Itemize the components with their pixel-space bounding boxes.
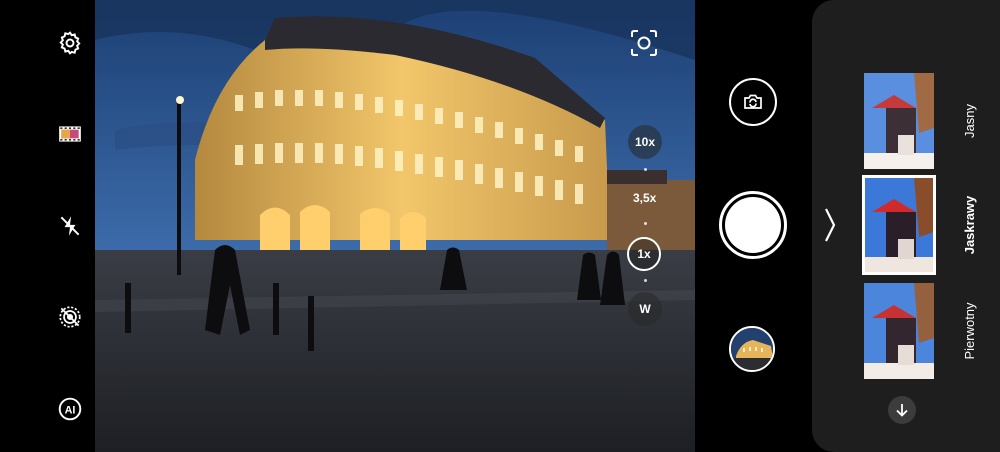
camera-switch-icon [744, 94, 762, 109]
filter-film-icon [59, 126, 81, 142]
shutter-button[interactable] [719, 191, 787, 259]
filter-jaskrawy[interactable] [862, 175, 936, 275]
live-photo-button[interactable] [54, 301, 86, 333]
chevron-right-icon [825, 208, 836, 242]
filter-pierwotny[interactable] [864, 283, 934, 379]
filter-label-jaskrawy: Jaskrawy [962, 195, 977, 255]
camera-viewfinder[interactable]: 10x 3,5x 1x W [95, 0, 695, 452]
filter-panel: Jasny Jaskrawy Pierwotny [812, 0, 1000, 452]
more-filters-button[interactable] [888, 396, 916, 424]
filter-label-jasny: Jasny [962, 104, 977, 138]
zoom-dot [644, 168, 647, 171]
collapse-panel-button[interactable] [822, 205, 838, 245]
zoom-dot [644, 279, 647, 282]
flash-off-icon [60, 216, 80, 236]
switch-camera-button[interactable] [729, 78, 777, 126]
zoom-10x-button[interactable]: 10x [628, 125, 662, 159]
ai-button[interactable]: AI [54, 393, 86, 425]
settings-button[interactable] [54, 27, 86, 59]
zoom-1x-button[interactable]: 1x [627, 237, 661, 271]
filter-label-pierwotny: Pierwotny [962, 302, 977, 360]
lens-scan-button[interactable] [629, 28, 659, 58]
filter-button[interactable] [54, 118, 86, 150]
left-toolbar: AI [0, 0, 95, 452]
gallery-thumbnail[interactable] [729, 326, 775, 372]
live-photo-off-icon [59, 306, 81, 328]
shutter-inner [725, 197, 781, 253]
gallery-thumbnail-image [731, 328, 773, 370]
arrow-down-icon [896, 404, 908, 417]
zoom-dot [644, 222, 647, 225]
filter-preview-pierwotny [864, 283, 934, 379]
flash-button[interactable] [54, 210, 86, 242]
camera-controls [695, 0, 812, 452]
filter-jasny[interactable] [864, 73, 934, 169]
gear-icon [59, 31, 81, 55]
ai-icon: AI [58, 397, 82, 421]
zoom-wide-button[interactable]: W [628, 292, 662, 326]
zoom-3-5x-label[interactable]: 3,5x [633, 191, 656, 205]
viewfinder-preview [95, 0, 695, 452]
filter-preview-jasny [864, 73, 934, 169]
lens-scan-icon [631, 30, 657, 56]
filter-preview-jaskrawy [864, 177, 934, 273]
svg-text:AI: AI [65, 404, 76, 416]
